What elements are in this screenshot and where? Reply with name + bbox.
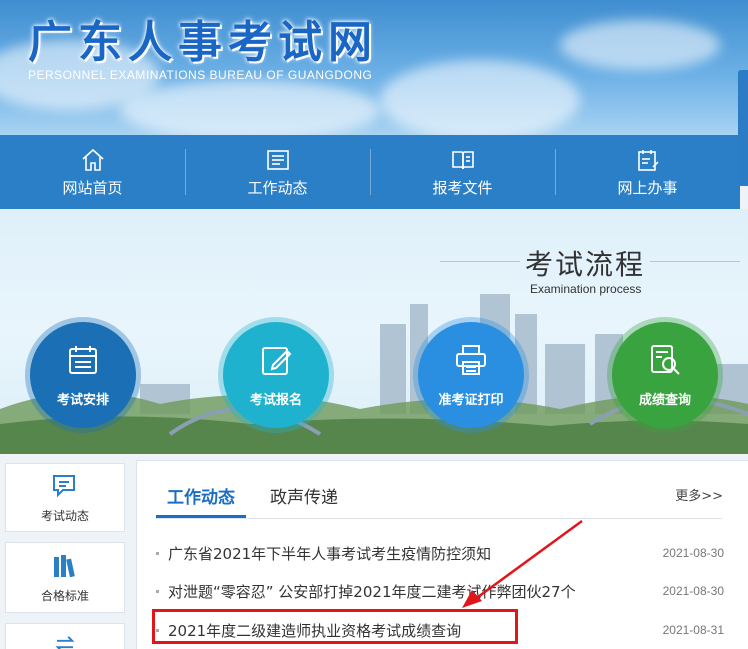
divider (650, 261, 740, 262)
news-date: 2021-08-31 (662, 623, 724, 637)
step-label: 考试安排 (56, 392, 109, 408)
step-label: 准考证打印 (438, 392, 504, 408)
bullet (156, 551, 159, 555)
chat-icon (53, 475, 75, 498)
step-label: 成绩查询 (638, 392, 691, 408)
main-nav: 网站首页 工作动态 报考文件 网上办事 (0, 135, 740, 209)
step-exam-registration[interactable]: 考试报名 (218, 317, 334, 433)
tab-policy-news[interactable]: 政声传递 (270, 483, 338, 508)
process-title: 考试流程 (525, 248, 646, 281)
more-link[interactable]: 更多>> (675, 485, 723, 504)
site-title[interactable]: 广东人事考试网 (28, 6, 378, 70)
exchange-icon (55, 636, 75, 649)
calendar-icon (69, 345, 97, 374)
books-icon (54, 555, 75, 578)
step-exam-schedule[interactable]: 考试安排 (25, 317, 141, 433)
nav-item-label: 网站首页 (62, 178, 123, 197)
highlight-box (152, 609, 518, 644)
news-item[interactable]: 广东省2021年下半年人事考试考生疫情防控须知 2021-08-30 (156, 541, 724, 565)
site-header: 广东人事考试网 PERSONNEL EXAMINATIONS BUREAU OF… (0, 0, 748, 135)
tab-work-news[interactable]: 工作动态 (167, 483, 235, 508)
news-title[interactable]: 对泄题“零容忍” 公安部打掉2021年度二建考试作弊团伙27个 (168, 581, 663, 602)
nav-item-online-service[interactable]: 网上办事 (555, 135, 740, 209)
news-icon (266, 149, 289, 170)
sidebar-item-exam-news[interactable]: 考试动态 (5, 463, 125, 532)
edit-icon (262, 346, 292, 375)
nav-item-news[interactable]: 工作动态 (185, 135, 370, 209)
book-icon (451, 150, 474, 169)
cloud-decoration (380, 60, 580, 135)
nav-item-documents[interactable]: 报考文件 (370, 135, 555, 209)
process-subtitle: Examination process (530, 282, 642, 296)
clipboard-icon (637, 149, 659, 171)
nav-item-label: 工作动态 (247, 178, 308, 197)
nav-item-home[interactable]: 网站首页 (0, 135, 185, 209)
news-date: 2021-08-30 (662, 546, 724, 560)
site-subtitle: PERSONNEL EXAMINATIONS BUREAU OF GUANGDO… (28, 68, 373, 82)
tab-divider (156, 518, 722, 519)
bullet (156, 589, 159, 593)
nav-item-label: 报考文件 (432, 178, 493, 197)
home-icon (81, 148, 104, 171)
news-date: 2021-08-30 (662, 584, 724, 598)
step-label: 考试报名 (249, 392, 302, 408)
news-item[interactable]: 对泄题“零容忍” 公安部打掉2021年度二建考试作弊团伙27个 2021-08-… (156, 579, 724, 603)
cloud-decoration (120, 80, 380, 135)
exam-process-banner: 考试流程 Examination process 考试安排 考试报名 准考证打印… (0, 209, 748, 454)
step-score-query[interactable]: 成绩查询 (607, 317, 723, 433)
sidebar-item-label: 考试动态 (40, 509, 89, 523)
news-title[interactable]: 广东省2021年下半年人事考试考生疫情防控须知 (168, 543, 663, 564)
step-admission-ticket-print[interactable]: 准考证打印 (413, 317, 529, 433)
printer-icon (456, 344, 486, 375)
sidebar-item-label: 合格标准 (40, 589, 89, 603)
search-doc-icon (651, 344, 680, 375)
divider (440, 261, 520, 262)
cloud-decoration (560, 20, 720, 70)
sidebar-item-exchange[interactable] (5, 623, 125, 649)
nav-item-label: 网上办事 (617, 178, 678, 197)
sidebar-item-pass-standard[interactable]: 合格标准 (5, 542, 125, 613)
